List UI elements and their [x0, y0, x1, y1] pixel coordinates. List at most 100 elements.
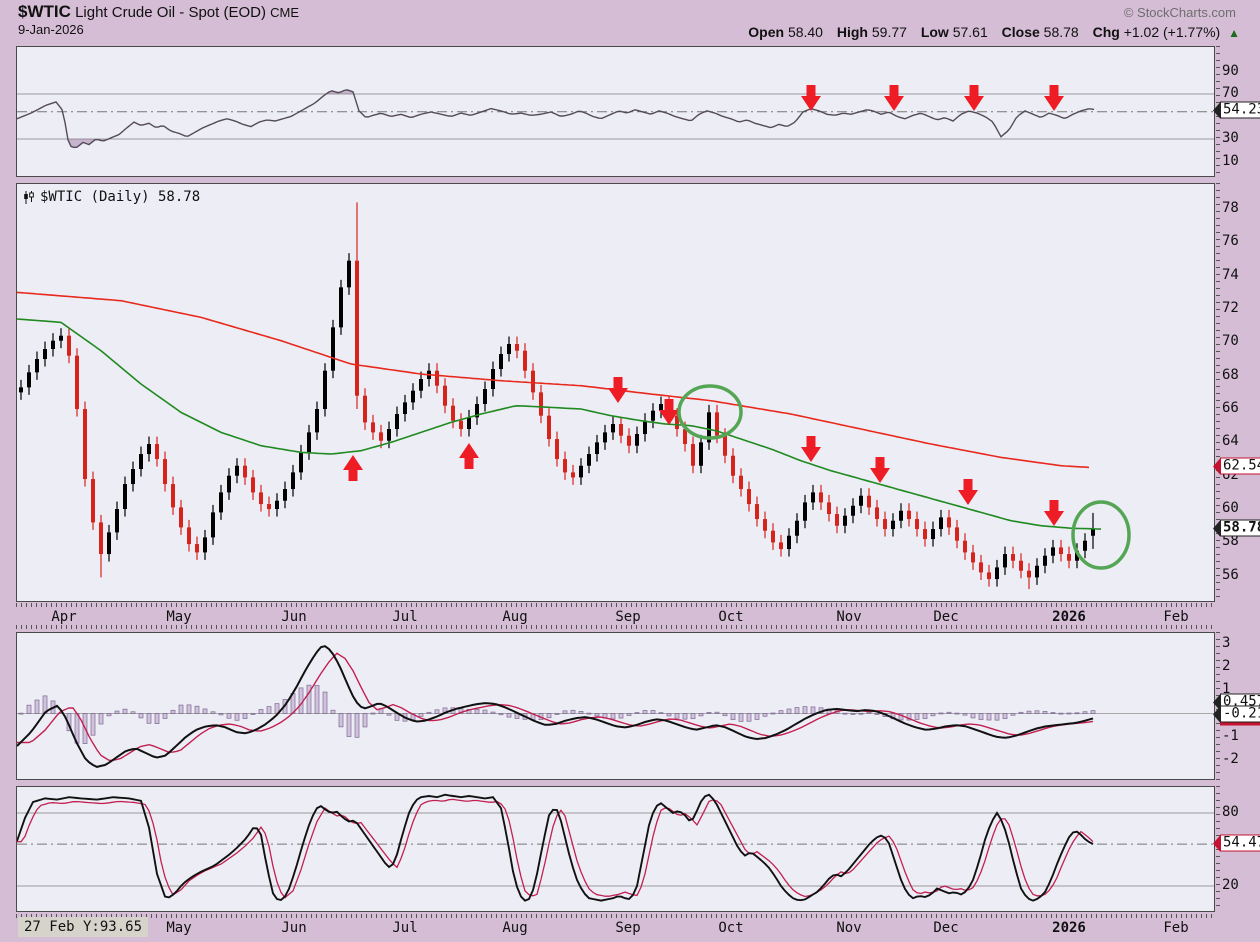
candle-body	[995, 567, 999, 580]
candle-body	[283, 489, 287, 501]
red-down-arrow	[1044, 500, 1064, 526]
macd-histogram-bar	[210, 711, 216, 714]
candle-body	[187, 527, 191, 545]
macd-panel-canvas	[17, 645, 1214, 768]
rsi-ytick: 30	[1222, 130, 1239, 146]
rsi-panel	[16, 46, 1215, 177]
candle-body	[403, 402, 407, 415]
candle-body	[275, 500, 279, 510]
macd-histogram-bar	[362, 713, 368, 728]
candle-body	[331, 327, 335, 371]
candle-body	[747, 489, 751, 505]
candle-body	[875, 507, 879, 520]
macd-histogram-bar	[122, 708, 128, 714]
macd-histogram-bar	[594, 713, 600, 717]
macd-ytick: -2	[1222, 751, 1239, 768]
candle-body	[171, 484, 175, 508]
macd-histogram-bar	[746, 713, 752, 722]
macd-histogram-bar	[874, 713, 880, 715]
macd-histogram-bar	[162, 713, 168, 719]
macd-histogram-bar	[938, 712, 944, 715]
macd-histogram-bar	[170, 709, 176, 714]
macd-histogram-bar	[914, 713, 920, 720]
candle-body	[947, 517, 951, 528]
chip-pointer	[1213, 520, 1220, 536]
candle-body	[771, 530, 775, 543]
macd-histogram-bar	[794, 707, 800, 714]
candle-body	[907, 510, 911, 520]
macd-histogram-bar	[18, 712, 24, 715]
candle-body	[827, 502, 831, 515]
candle-body	[251, 477, 255, 493]
candle-body	[843, 515, 847, 526]
exchange: CME	[270, 5, 300, 20]
macd-histogram-bar	[1002, 713, 1008, 719]
macd-histogram-bar	[1066, 712, 1072, 715]
stockcharts-chart-window: $WTIC Light Crude Oil - Spot (EOD) CME 9…	[0, 0, 1260, 942]
close-value: 58.78	[1043, 24, 1079, 40]
macd-histogram-bar	[962, 713, 968, 716]
macd-histogram-bar	[618, 713, 624, 719]
price-ytick: 70	[1222, 333, 1239, 350]
green-annotation-circle	[1071, 500, 1131, 570]
macd-ytick: 3	[1222, 634, 1231, 651]
macd-histogram-bar	[482, 709, 488, 714]
macd-histogram-bar	[650, 710, 656, 714]
candle-body	[579, 465, 583, 478]
candle-body	[131, 469, 135, 485]
candle-body	[979, 562, 983, 573]
candle-body	[1003, 554, 1007, 568]
candle-body	[571, 472, 575, 478]
candle-body	[987, 572, 991, 580]
stochastic-panel	[16, 786, 1215, 912]
macd-histogram-bar	[754, 713, 760, 720]
macd-histogram-bar	[842, 712, 848, 715]
bottom-x-axis: May Jun Jul Aug Sep Oct Nov Dec 2026 Feb	[16, 913, 1215, 941]
macd-histogram-bar	[234, 713, 240, 721]
macd-histogram-bar	[322, 691, 328, 714]
candle-body	[555, 439, 559, 460]
candle-body	[531, 370, 535, 393]
macd-value-chip: -0.21	[1213, 705, 1260, 723]
candle-body	[43, 349, 47, 360]
red-up-arrow	[459, 443, 479, 469]
candle-body	[259, 492, 263, 505]
macd-histogram-bar	[642, 710, 648, 714]
instrument-name: Light Crude Oil - Spot (EOD)	[75, 4, 266, 21]
candle-body	[211, 512, 215, 538]
candle-body	[1027, 570, 1031, 578]
candle-body	[1035, 565, 1039, 578]
red-ma-value-chip: 62.54	[1213, 457, 1260, 475]
macd-ytick: 2	[1222, 657, 1231, 674]
macd-histogram-bar	[138, 713, 144, 719]
red-down-arrow	[870, 457, 890, 483]
candle-body	[35, 359, 39, 373]
month-label-jul: Jul	[392, 920, 418, 936]
macd-histogram-bar	[490, 711, 496, 714]
candle-body	[315, 409, 319, 433]
macd-histogram-bar	[498, 713, 504, 716]
candle-body	[123, 484, 127, 510]
macd-histogram-bar	[98, 713, 104, 725]
macd-histogram-bar	[1050, 712, 1056, 714]
stoch-ytick: 20	[1222, 877, 1239, 894]
candle-body	[923, 529, 927, 540]
candle-body	[1011, 554, 1015, 561]
candle-body	[387, 429, 391, 441]
candle-body	[99, 522, 103, 555]
candle-body	[291, 472, 295, 490]
candle-body	[83, 409, 87, 480]
price-ytick: 56	[1222, 566, 1239, 583]
macd-histogram-bar	[994, 713, 1000, 721]
tick-row	[16, 603, 1215, 607]
macd-histogram-bar	[738, 713, 744, 722]
high-value: 59.77	[871, 24, 907, 40]
macd-histogram-bar	[130, 711, 136, 714]
rsi-value-chip: 54.23	[1213, 101, 1260, 119]
candle-body	[491, 369, 495, 390]
macd-histogram-bar	[634, 712, 640, 714]
macd-histogram-bar	[186, 704, 192, 714]
macd-histogram-bar	[1026, 710, 1032, 714]
candle-body	[939, 517, 943, 530]
candle-body	[763, 519, 767, 531]
